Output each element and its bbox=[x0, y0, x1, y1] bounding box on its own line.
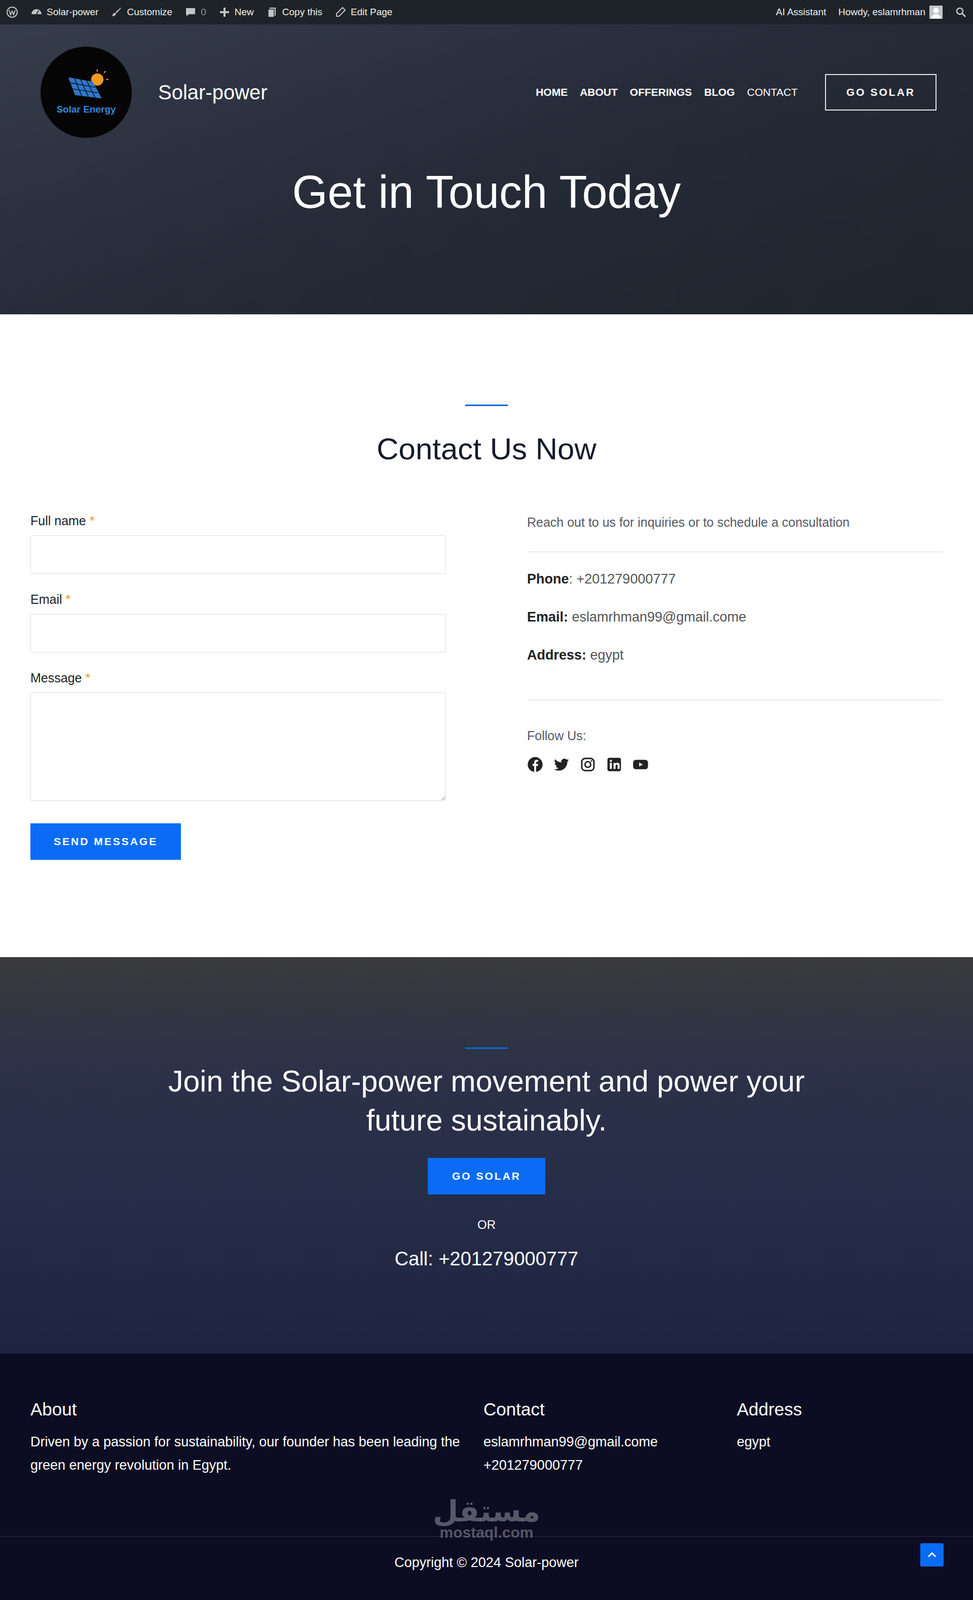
or-label: OR bbox=[477, 1217, 496, 1232]
comments-link[interactable]: 0 bbox=[184, 6, 207, 19]
brush-icon bbox=[110, 6, 123, 19]
comment-icon bbox=[184, 6, 197, 19]
footer-text: +201279000777 bbox=[483, 1453, 737, 1477]
cta-heading: Join the Solar-power movement and power … bbox=[141, 1061, 832, 1140]
form-field: Message * bbox=[30, 670, 446, 801]
intro-text: Reach out to us for inquiries or to sche… bbox=[527, 513, 943, 532]
site-header: Solar Energy Solar-power HOME ABOUT OFFERI… bbox=[0, 24, 973, 138]
contact-detail: Address: egypt bbox=[527, 646, 943, 664]
divider bbox=[527, 551, 943, 552]
wordpress-icon bbox=[6, 6, 19, 19]
contact-heading: Contact Us Now bbox=[30, 432, 943, 466]
page: Solar-power Customize 0 New Copy this Ed… bbox=[0, 0, 973, 1600]
footer-column: Contact eslamrhman99@gmail.come+20127900… bbox=[483, 1398, 737, 1536]
footer-title: Contact bbox=[483, 1398, 737, 1419]
follow-label: Follow Us: bbox=[527, 728, 943, 743]
copyright: Copyright © 2024 Solar-power bbox=[394, 1554, 579, 1570]
footer: About Driven by a passion for sustainabi… bbox=[0, 1353, 973, 1600]
contact-section: Contact Us Now Full name * Email * Messa… bbox=[0, 314, 973, 957]
admin-bar: Solar-power Customize 0 New Copy this Ed… bbox=[0, 0, 973, 25]
footer-text: eslamrhman99@gmail.come bbox=[483, 1430, 737, 1454]
hero-title: Get in Touch Today bbox=[0, 167, 973, 218]
customize-link[interactable]: Customize bbox=[110, 6, 173, 19]
footer-column: About Driven by a passion for sustainabi… bbox=[30, 1398, 484, 1536]
accent-line bbox=[465, 1046, 508, 1049]
site-link[interactable]: Solar-power bbox=[30, 6, 99, 19]
footer-text: egypt bbox=[736, 1430, 943, 1454]
text-input[interactable] bbox=[30, 613, 446, 653]
plus-icon bbox=[218, 6, 231, 19]
search-icon bbox=[954, 6, 967, 19]
message-textarea[interactable] bbox=[30, 692, 446, 801]
footer-title: Address bbox=[736, 1398, 943, 1419]
footer-column: Address egypt bbox=[736, 1398, 943, 1536]
text-input[interactable] bbox=[30, 535, 446, 574]
call-link[interactable]: Call: +201279000777 bbox=[394, 1247, 579, 1270]
nav-item[interactable]: HOME bbox=[535, 86, 568, 99]
facebook-icon[interactable] bbox=[527, 756, 544, 773]
ai-assistant-link[interactable]: AI Assistant bbox=[775, 6, 827, 18]
watermark: مستقل mostaql.com bbox=[0, 1495, 973, 1540]
contact-detail: Phone: +201279000777 bbox=[527, 570, 943, 588]
form-field: Full name * bbox=[30, 513, 446, 574]
pencil-icon bbox=[334, 6, 347, 19]
field-label: Email * bbox=[30, 591, 446, 607]
nav-item[interactable]: OFFERINGS bbox=[629, 86, 693, 99]
copy-icon bbox=[266, 6, 279, 19]
accent-line bbox=[465, 404, 508, 406]
search-button[interactable] bbox=[954, 6, 967, 19]
send-message-button[interactable]: SEND MESSAGE bbox=[30, 822, 181, 860]
site-title[interactable]: Solar-power bbox=[158, 81, 268, 104]
form-field: Email * bbox=[30, 591, 446, 653]
brand[interactable]: Solar Energy Solar-power bbox=[40, 46, 268, 138]
new-link[interactable]: New bbox=[218, 6, 254, 19]
field-label: Message * bbox=[30, 670, 446, 686]
footer-text: Driven by a passion for sustainability, … bbox=[30, 1430, 474, 1477]
social-links bbox=[527, 756, 943, 773]
linkedin-icon[interactable] bbox=[606, 756, 623, 773]
solar-panel-icon bbox=[58, 69, 115, 103]
contact-detail: Email: eslamrhman99@gmail.come bbox=[527, 608, 943, 626]
field-label: Full name * bbox=[30, 513, 446, 529]
nav-item[interactable]: CONTACT bbox=[746, 86, 798, 99]
copy-link[interactable]: Copy this bbox=[266, 6, 323, 19]
avatar-icon bbox=[929, 5, 943, 19]
go-solar-button[interactable]: GO SOLAR bbox=[427, 1157, 546, 1194]
account-menu[interactable]: Howdy, eslamrhman bbox=[838, 5, 943, 19]
nav-item[interactable]: BLOG bbox=[703, 86, 735, 99]
scroll-top-button[interactable] bbox=[920, 1542, 944, 1566]
main-nav: HOME ABOUT OFFERINGS BLOG CONTACT bbox=[535, 86, 798, 99]
dashboard-icon bbox=[30, 6, 43, 19]
footer-title: About bbox=[30, 1398, 474, 1419]
wordpress-menu[interactable] bbox=[6, 6, 19, 19]
footer-bottom: Copyright © 2024 Solar-power bbox=[0, 1535, 973, 1600]
cta-band: Join the Solar-power movement and power … bbox=[0, 956, 973, 1354]
go-solar-button[interactable]: GO SOLAR bbox=[825, 73, 937, 111]
logo[interactable]: Solar Energy bbox=[40, 46, 132, 138]
nav-item[interactable]: ABOUT bbox=[579, 86, 618, 99]
chevron-up-icon bbox=[924, 1547, 940, 1562]
contact-info: Reach out to us for inquiries or to sche… bbox=[527, 513, 943, 860]
instagram-icon[interactable] bbox=[579, 756, 596, 773]
divider bbox=[527, 699, 943, 700]
youtube-icon[interactable] bbox=[632, 756, 649, 773]
edit-link[interactable]: Edit Page bbox=[334, 6, 393, 19]
hero: Solar Energy Solar-power HOME ABOUT OFFERI… bbox=[0, 24, 973, 315]
contact-form: Full name * Email * Message * SEND MESSA… bbox=[30, 513, 446, 860]
twitter-icon[interactable] bbox=[553, 756, 570, 773]
